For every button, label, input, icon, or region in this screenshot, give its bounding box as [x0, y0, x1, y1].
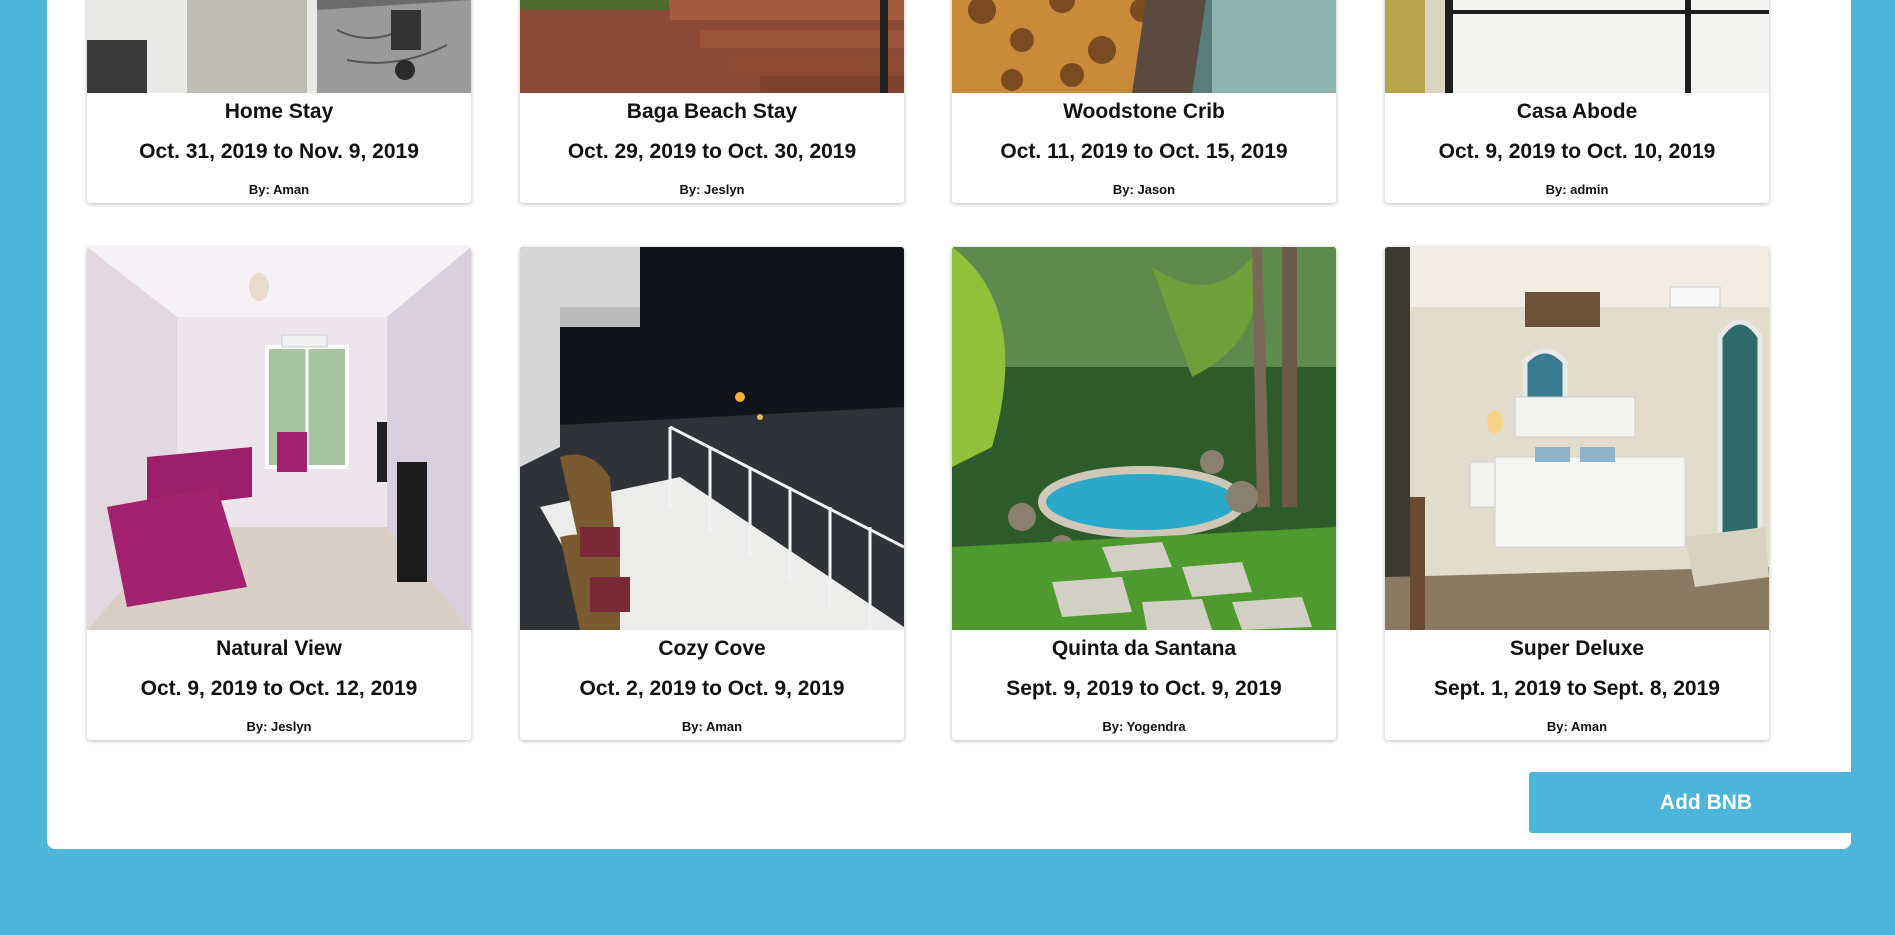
- listing-dates: Sept. 9, 2019 to Oct. 9, 2019: [1006, 677, 1282, 700]
- listing-image[interactable]: [520, 0, 904, 93]
- listing-host: By: Jeslyn: [679, 182, 745, 197]
- listing-dates: Oct. 2, 2019 to Oct. 9, 2019: [579, 677, 845, 700]
- listing-host: By: Yogendra: [1102, 719, 1186, 734]
- listing-title: Natural View: [216, 637, 342, 660]
- listing-dates: Oct. 31, 2019 to Nov. 9, 2019: [139, 140, 419, 163]
- listing-image[interactable]: [1385, 0, 1769, 93]
- listing-image[interactable]: [87, 247, 471, 630]
- listing-dates: Oct. 11, 2019 to Oct. 15, 2019: [1000, 140, 1288, 163]
- listing-card[interactable]: Home Stay Oct. 31, 2019 to Nov. 9, 2019 …: [87, 0, 471, 203]
- listing-dates: Oct. 9, 2019 to Oct. 12, 2019: [140, 677, 418, 700]
- listing-host: By: Jeslyn: [246, 719, 312, 734]
- listing-card[interactable]: Casa Abode Oct. 9, 2019 to Oct. 10, 2019…: [1385, 0, 1769, 203]
- listing-card[interactable]: Natural View Oct. 9, 2019 to Oct. 12, 20…: [87, 247, 471, 740]
- listing-host: By: Aman: [1546, 719, 1608, 734]
- listing-card[interactable]: Quinta da Santana Sept. 9, 2019 to Oct. …: [952, 247, 1336, 740]
- listing-title: Casa Abode: [1516, 100, 1638, 123]
- listing-card[interactable]: Woodstone Crib Oct. 11, 2019 to Oct. 15,…: [952, 0, 1336, 203]
- listing-dates: Oct. 29, 2019 to Oct. 30, 2019: [567, 140, 857, 163]
- listing-image[interactable]: [952, 0, 1336, 93]
- listing-host: By: Aman: [248, 182, 310, 197]
- listing-host: By: admin: [1545, 182, 1609, 197]
- listing-title: Woodstone Crib: [1063, 100, 1225, 123]
- listing-card[interactable]: Baga Beach Stay Oct. 29, 2019 to Oct. 30…: [520, 0, 904, 203]
- listing-image[interactable]: [520, 247, 904, 630]
- listing-title: Home Stay: [224, 100, 334, 123]
- listing-card[interactable]: Super Deluxe Sept. 1, 2019 to Sept. 8, 2…: [1385, 247, 1769, 740]
- listing-title: Super Deluxe: [1509, 637, 1645, 660]
- listing-host: By: Jason: [1112, 182, 1176, 197]
- listing-title: Quinta da Santana: [1051, 637, 1237, 660]
- content-panel: Home Stay Oct. 31, 2019 to Nov. 9, 2019 …: [47, 0, 1883, 849]
- listing-image[interactable]: [1385, 247, 1769, 630]
- listing-image[interactable]: [87, 0, 471, 93]
- listing-dates: Sept. 1, 2019 to Sept. 8, 2019: [1434, 677, 1720, 700]
- listing-card[interactable]: Cozy Cove Oct. 2, 2019 to Oct. 9, 2019 B…: [520, 247, 904, 740]
- listing-title: Baga Beach Stay: [626, 100, 798, 123]
- add-bnb-button[interactable]: Add BNB: [1529, 772, 1883, 833]
- listing-dates: Oct. 9, 2019 to Oct. 10, 2019: [1438, 140, 1716, 163]
- listing-image[interactable]: [952, 247, 1336, 630]
- listing-host: By: Aman: [681, 719, 743, 734]
- listing-title: Cozy Cove: [658, 637, 766, 660]
